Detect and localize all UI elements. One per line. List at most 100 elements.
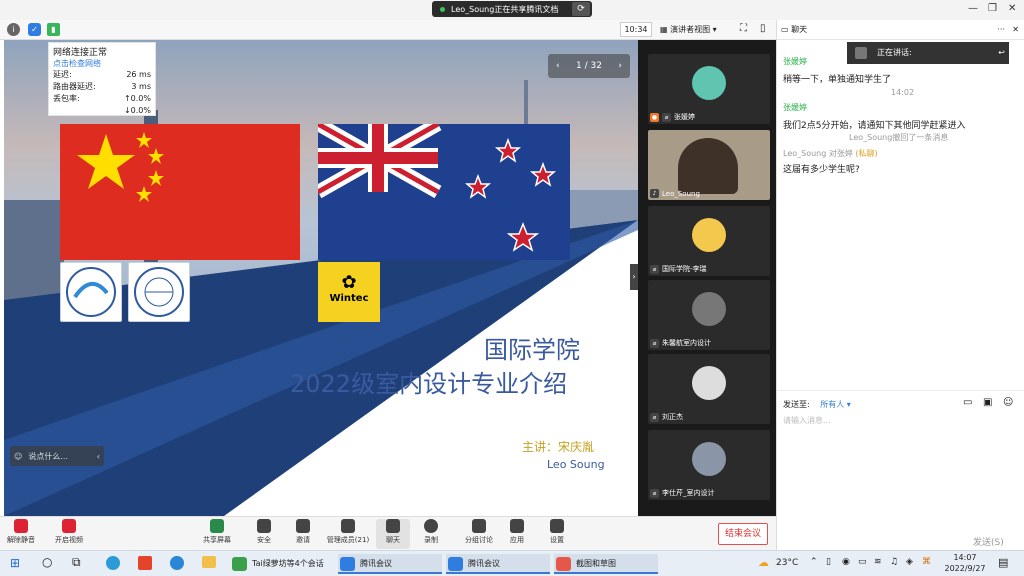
breakout-icon: [472, 519, 486, 533]
video-tile[interactable]: ● ⌀ 张媛婷: [648, 54, 770, 124]
wintec-mark-icon: ✿: [341, 272, 357, 293]
taskbar-item[interactable]: 腾讯会议: [338, 554, 442, 574]
chat-input[interactable]: 请输入消息...: [783, 415, 831, 426]
video-tile[interactable]: ⌀ 李仕芹_室内设计: [648, 430, 770, 500]
security-button[interactable]: 安全: [247, 519, 281, 545]
video-tile[interactable]: ⌀ 朱馨航室内设计: [648, 280, 770, 350]
page-indicator: 1 / 32: [576, 61, 602, 71]
quick-chat-input[interactable]: ☺ 说点什么... ‹: [10, 446, 104, 466]
office-icon[interactable]: [138, 556, 152, 570]
send-to-row: 发送至: 所有人 ▾: [783, 400, 851, 409]
chevron-right-icon[interactable]: ›: [618, 61, 622, 71]
avatar: [692, 366, 726, 400]
recipient-select[interactable]: 所有人: [820, 400, 844, 409]
check-network-link[interactable]: 点击检查网络: [53, 58, 151, 69]
slide-speaker-cn: 主讲：宋庆胤: [522, 440, 595, 454]
clock[interactable]: 14:07 2022/9/27: [942, 552, 988, 574]
refresh-icon[interactable]: ⟳: [572, 2, 590, 16]
slide-speaker-en: Leo Soung: [547, 458, 605, 471]
battery-icon[interactable]: ▭: [858, 557, 867, 567]
share-screen-button[interactable]: 共享屏幕: [200, 519, 234, 545]
close-icon[interactable]: ✕: [1012, 20, 1019, 40]
chevron-down-icon: ▾: [844, 400, 851, 409]
avatar: [692, 218, 726, 252]
taskbar-item[interactable]: Tai绿萝坊等4个会话: [230, 554, 334, 574]
fullscreen-icon[interactable]: ⛶: [740, 23, 747, 34]
private-header: Leo_Soung 对张婷 (私聊): [783, 149, 878, 158]
settings-button[interactable]: 设置: [540, 519, 574, 545]
chevron-left-icon[interactable]: ‹: [556, 61, 560, 71]
minimize-icon[interactable]: —: [968, 3, 978, 14]
end-meeting-button[interactable]: 结束会议: [718, 523, 768, 545]
shield-icon[interactable]: ✓: [28, 23, 41, 36]
avatar: [692, 66, 726, 100]
mic-muted-icon: ⌀: [650, 412, 659, 422]
mic-muted-icon: ⌀: [662, 112, 671, 122]
volume-icon[interactable]: ♫: [890, 557, 898, 567]
reply-icon[interactable]: ↩: [998, 42, 1005, 64]
video-button[interactable]: 开启视频: [52, 519, 86, 545]
send-button[interactable]: 发送(S): [973, 535, 1004, 548]
mute-button[interactable]: 解除静音: [4, 519, 38, 545]
chat-input-area: 发送至: 所有人 ▾ ▭ ▣ ☺ 请输入消息... 发送(S): [777, 390, 1024, 550]
screenshot-icon[interactable]: ▣: [983, 397, 992, 408]
tray-app-icon[interactable]: ◈: [906, 557, 913, 567]
weather-temp[interactable]: 23°C: [776, 558, 798, 568]
chat-button[interactable]: 聊天: [376, 519, 410, 549]
chevron-left-icon[interactable]: ‹: [97, 452, 100, 461]
speaker-avatar: [855, 47, 867, 59]
phone-icon[interactable]: ▯: [826, 557, 831, 567]
apps-button[interactable]: 应用: [500, 519, 534, 545]
mic-muted-icon: ⌀: [650, 264, 659, 274]
signal-icon[interactable]: ▮: [47, 23, 60, 36]
record-icon: [424, 519, 438, 533]
browser-icon[interactable]: [170, 556, 184, 570]
record-button[interactable]: 录制: [414, 519, 448, 545]
more-icon[interactable]: ···: [997, 20, 1005, 40]
invite-button[interactable]: 邀请: [286, 519, 320, 545]
video-tile[interactable]: ⌀ 刘正杰: [648, 354, 770, 424]
new-zealand-flag: [318, 124, 570, 260]
sharing-indicator[interactable]: Leo_Soung正在共享腾讯文档 ⟳: [432, 1, 592, 17]
slide-title-line1: 国际学院: [484, 336, 580, 364]
taskbar-item[interactable]: 截图和草图: [554, 554, 658, 574]
tencent-meeting-icon: [340, 557, 355, 571]
maximize-icon[interactable]: ❐: [988, 3, 997, 14]
people-icon: [341, 519, 355, 533]
folder-icon[interactable]: ▭: [963, 397, 972, 408]
members-button[interactable]: 管理成员(21): [324, 519, 372, 545]
emoji-icon[interactable]: ☺: [14, 452, 22, 461]
breakout-button[interactable]: 分组讨论: [462, 519, 496, 545]
windows-start-icon[interactable]: ⊞: [10, 556, 20, 570]
task-view-icon[interactable]: ⧉: [72, 555, 81, 570]
tray-app-icon[interactable]: ◉: [842, 557, 850, 567]
video-tile[interactable]: ♪ Leo_Soung: [648, 130, 770, 200]
notification-icon[interactable]: ▤: [998, 556, 1008, 569]
collapse-handle[interactable]: ›: [630, 264, 638, 290]
mic-icon: ♪: [650, 189, 659, 198]
folder-icon[interactable]: [202, 556, 216, 568]
chevron-up-icon[interactable]: ⌃: [810, 557, 818, 567]
live-dot-icon: [440, 6, 445, 12]
wechat-icon: [232, 557, 247, 571]
grid-icon: ▦: [660, 25, 671, 34]
video-column: › ● ⌀ 张媛婷 ♪ Leo_Soung ⌀ 国际学院-李瑞 ⌀ 朱馨航室内设计 ⌀ 刘正…: [630, 40, 776, 516]
video-tile[interactable]: ⌀ 国际学院-李瑞: [648, 206, 770, 276]
user-icon[interactable]: ☺: [1003, 397, 1013, 408]
chat-sender: 张媛婷: [783, 57, 807, 66]
info-icon[interactable]: i: [7, 23, 20, 36]
slide-page-nav[interactable]: ‹ 1 / 32 ›: [548, 54, 630, 78]
avatar: [692, 442, 726, 476]
close-icon[interactable]: ✕: [1008, 3, 1016, 14]
edge-icon[interactable]: [106, 556, 120, 570]
search-icon[interactable]: ○: [42, 555, 52, 569]
international-college-logo: [128, 262, 190, 322]
chat-panel: ▭ 聊天 ··· ✕ 正在讲话: ↩ 张媛婷 稍等一下，单独通知学生了 14:0…: [776, 20, 1024, 550]
layout-icon[interactable]: ▯: [760, 23, 766, 34]
china-flag: [60, 124, 300, 260]
meeting-toolbar: 解除静音 开启视频 共享屏幕 安全 邀请 管理成员(21) 聊天 录制 分组讨论…: [0, 516, 776, 550]
wifi-icon[interactable]: ≋: [874, 557, 882, 567]
taskbar-item[interactable]: 腾讯会议: [446, 554, 550, 574]
view-mode-select[interactable]: ▦ 演讲者视图 ▾: [660, 22, 734, 37]
input-method-icon[interactable]: ⌘: [922, 557, 931, 567]
